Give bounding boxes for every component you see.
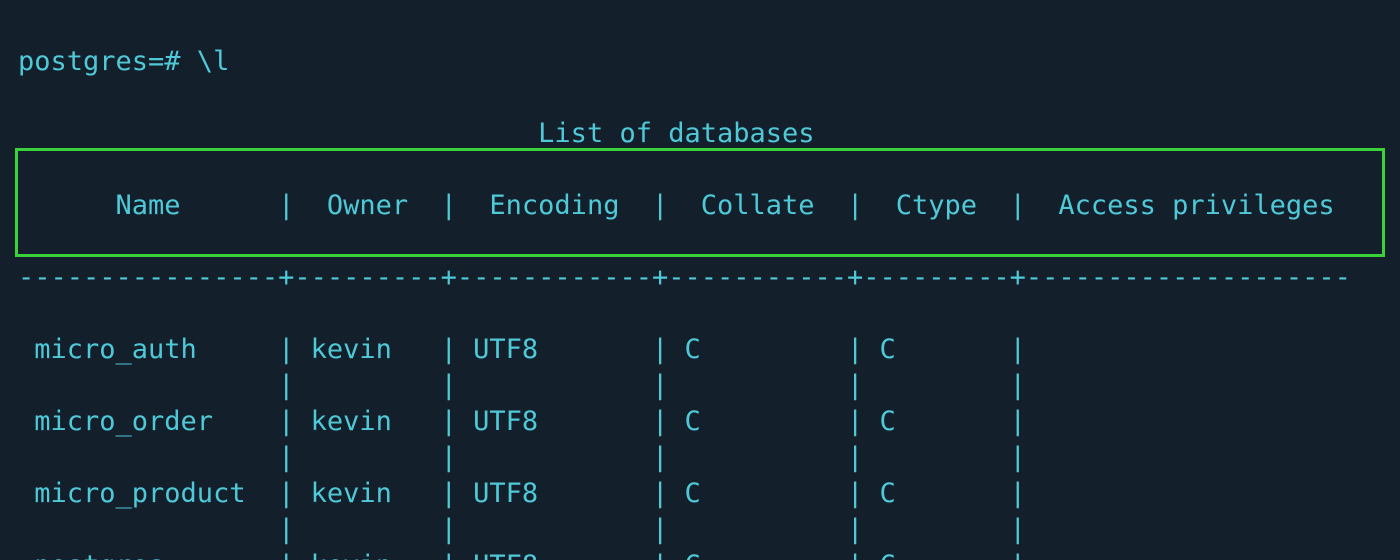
table-row: micro_auth | kevin | UTF8 | C | C | (18, 332, 1382, 368)
table-row: postgres | kevin | UTF8 | C | C | (18, 548, 1382, 560)
table-body: micro_auth | kevin | UTF8 | C | C | | | … (18, 332, 1382, 560)
table-row: | | | | | (18, 440, 1382, 476)
table-separator: ----------------+---------+------------+… (18, 260, 1382, 296)
table-row: | | | | | (18, 368, 1382, 404)
table-row: micro_product | kevin | UTF8 | C | C | (18, 476, 1382, 512)
prompt-text: postgres=# \l (18, 46, 229, 77)
prompt-line: postgres=# \l (18, 44, 1382, 80)
terminal-output: postgres=# \l List of databases Name | O… (0, 0, 1400, 560)
table-row: | | | | | (18, 512, 1382, 548)
table-row: micro_order | kevin | UTF8 | C | C | (18, 404, 1382, 440)
table-title: List of databases (18, 116, 1382, 152)
table-header: Name | Owner | Encoding | Collate | Ctyp… (18, 188, 1382, 224)
